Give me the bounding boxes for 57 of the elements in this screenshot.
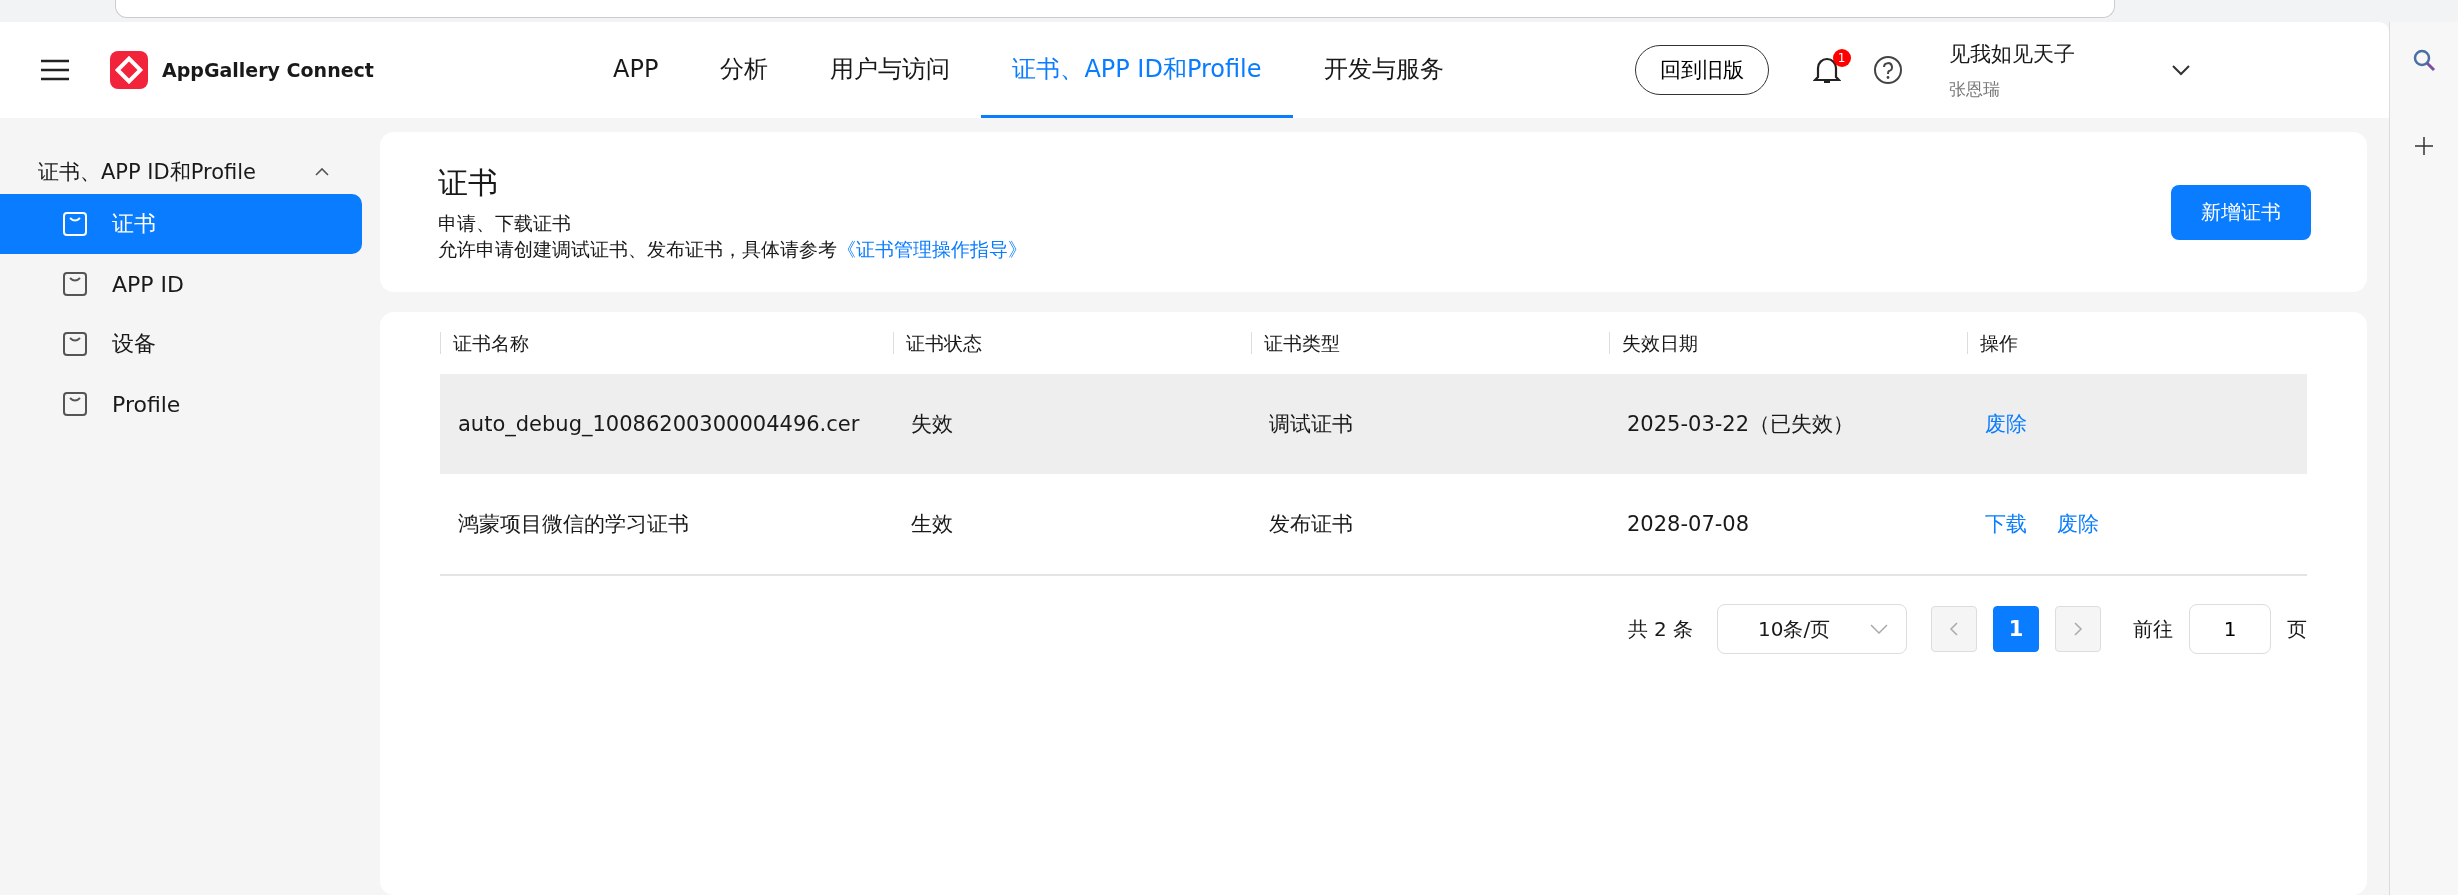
chevron-up-icon[interactable] bbox=[314, 167, 330, 177]
guide-link[interactable]: 《证书管理操作指导》 bbox=[837, 237, 1027, 260]
nav-tab[interactable]: 分析 bbox=[689, 22, 800, 118]
goto-label: 前往 bbox=[2133, 615, 2173, 643]
diamond-logo-icon bbox=[110, 51, 148, 89]
nav-tab[interactable]: 用户与访问 bbox=[799, 22, 982, 118]
column-header: 操作 bbox=[1967, 332, 2307, 354]
page-subtitle: 申请、下载证书 bbox=[438, 210, 572, 236]
description-text: 允许申请创建调试证书、发布证书，具体请参考《证书管理操作指导》 bbox=[438, 236, 1027, 262]
table-cell-text: 调试证书 bbox=[1268, 411, 1354, 438]
action-link[interactable]: 废除 bbox=[2057, 510, 2099, 538]
nav-tab[interactable]: 开发与服务 bbox=[1292, 22, 1475, 118]
table-cell-text: 2028-07-08 bbox=[1626, 512, 1751, 536]
tray-icon bbox=[62, 211, 88, 237]
tray-icon bbox=[62, 271, 88, 297]
chevron-down-icon bbox=[1870, 624, 1888, 634]
sidebar-item[interactable]: 设备 bbox=[0, 314, 362, 374]
total-count: 共 2 条 bbox=[1627, 615, 1693, 643]
table-cell-text: auto_debug_10086200300004496.cer bbox=[457, 412, 861, 436]
table-row[interactable]: auto_debug_10086200300004496.cer 失效 调试证书 2025-03-22（已失效） 废除 bbox=[440, 374, 2307, 474]
help-icon[interactable] bbox=[1872, 55, 1903, 85]
column-header: 证书名称 bbox=[440, 332, 893, 354]
account-name: 张恩瑞 bbox=[1948, 77, 2001, 101]
old-version-button[interactable]: 回到旧版 bbox=[1634, 45, 1769, 95]
page-title: 证书 bbox=[438, 163, 499, 202]
app-name: AppGallery Connect bbox=[162, 59, 375, 81]
bell-icon[interactable] bbox=[1812, 55, 1841, 85]
table-cell-text: 鸿蒙项目微信的学习证书 bbox=[457, 511, 690, 538]
plus-icon[interactable] bbox=[2414, 136, 2434, 156]
column-header: 证书类型 bbox=[1251, 332, 1609, 354]
table-cell-text: 发布证书 bbox=[1268, 511, 1354, 538]
user-name: 见我如见天子 bbox=[1948, 40, 2076, 68]
table-cell-text: 2025-03-22（已失效） bbox=[1626, 411, 1856, 438]
sidebar-group[interactable]: 证书、APP ID和Profile bbox=[0, 150, 362, 194]
page-suffix: 页 bbox=[2287, 615, 2307, 643]
nav-tab[interactable]: 证书、APP ID和Profile bbox=[981, 22, 1293, 118]
page-input[interactable]: 1 bbox=[2189, 604, 2271, 654]
menu-icon[interactable] bbox=[40, 59, 70, 81]
sidebar-item[interactable]: APP ID bbox=[0, 254, 362, 314]
nav-tab[interactable]: APP bbox=[582, 22, 690, 118]
chevron-down-icon[interactable] bbox=[2170, 64, 2191, 76]
column-header: 证书状态 bbox=[893, 332, 1251, 354]
search-icon[interactable] bbox=[2412, 48, 2436, 72]
page-number[interactable]: 1 bbox=[1993, 606, 2039, 652]
table-cell-text: 失效 bbox=[910, 411, 954, 438]
notification-badge: 1 bbox=[1832, 49, 1851, 67]
action-link[interactable]: 下载 bbox=[1985, 510, 2027, 538]
tray-icon bbox=[62, 391, 88, 417]
tray-icon bbox=[62, 331, 88, 357]
table-cell-text: 生效 bbox=[910, 511, 954, 538]
chevron-left-icon bbox=[1949, 621, 1959, 637]
page-size-select[interactable]: 10条/页 bbox=[1717, 604, 1907, 654]
sidebar-item[interactable]: 证书 bbox=[0, 194, 362, 254]
chevron-right-icon bbox=[2073, 621, 2083, 637]
sidebar-item[interactable]: Profile bbox=[0, 374, 362, 434]
add-certificate-button[interactable]: 新增证书 bbox=[2171, 184, 2311, 240]
column-header: 失效日期 bbox=[1609, 332, 1967, 354]
